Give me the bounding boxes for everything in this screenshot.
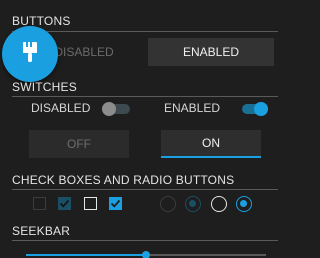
checkbox-disabled-checked [58,197,71,210]
check-icon [110,199,121,208]
radio-disabled-unselected [160,196,176,212]
floating-action-button[interactable] [2,26,58,82]
enabled-switch-label: ENABLED [164,101,221,115]
radio-disabled-selected [185,196,201,212]
switches-section-title: SWITCHES [12,80,77,94]
checkbox-checked[interactable] [109,197,122,210]
disabled-switch-thumb [102,102,116,116]
checkbox-unchecked[interactable] [84,197,97,210]
buttons-section-title: BUTTONS [12,14,71,28]
toggle-off-button[interactable]: OFF [29,130,129,158]
checks-divider [12,189,278,190]
radio-dot [189,200,196,207]
seekbar-divider [12,240,278,241]
check-icon [59,199,70,208]
seekbar-progress [26,254,146,256]
seekbar-thumb[interactable] [142,251,150,258]
enabled-button[interactable]: ENABLED [148,38,274,66]
switches-divider [12,96,278,97]
toggle-on-button[interactable]: ON [161,130,261,158]
radio-dot [240,200,247,207]
enabled-switch-thumb[interactable] [254,102,268,116]
paint-brush-icon [17,39,43,70]
radio-unselected[interactable] [211,196,227,212]
checkbox-disabled-unchecked [33,197,46,210]
checks-section-title: CHECK BOXES AND RADIO BUTTONS [12,173,235,187]
seekbar-section-title: SEEKBAR [12,224,71,238]
radio-selected[interactable] [236,196,252,212]
buttons-divider [12,31,278,32]
disabled-switch-label: DISABLED [31,101,91,115]
